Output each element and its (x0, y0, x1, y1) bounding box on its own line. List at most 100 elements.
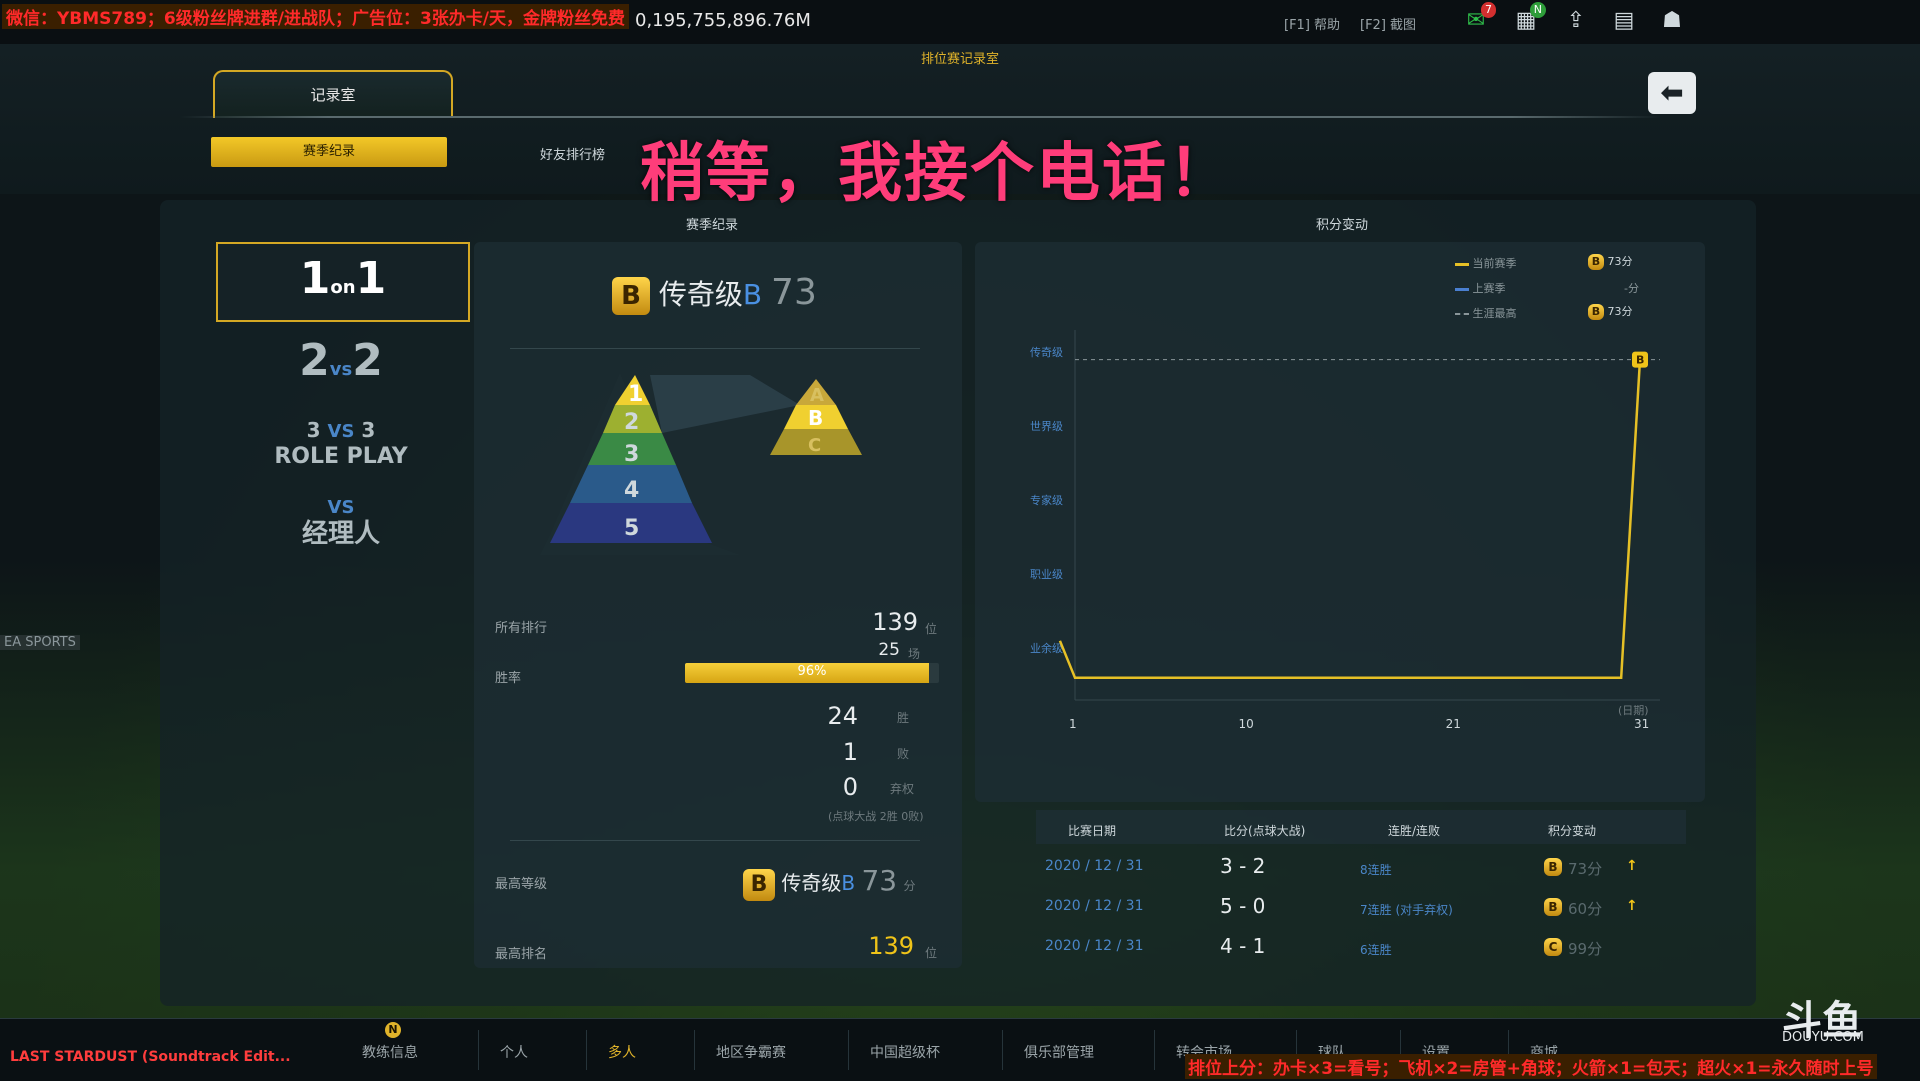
header-date: 比赛日期 (1068, 824, 1117, 838)
y-tick-label: 传奇级 (1030, 346, 1063, 359)
header-streak: 连胜/连败 (1388, 824, 1441, 838)
row-streak: 7连胜 (对手弃权) (1360, 903, 1453, 917)
sub-pyramid-label-b: B (808, 406, 823, 430)
row-streak: 6连胜 (1360, 943, 1392, 957)
nav-new-badge: N (385, 1022, 401, 1038)
best-rank-unit: 位 (925, 946, 938, 960)
best-rank-label: 最高排名 (495, 947, 548, 962)
tab-friend-ranking[interactable]: 好友排行榜 (540, 144, 605, 163)
tab-divider (180, 116, 1660, 118)
all-rank-value: 139 (872, 608, 918, 636)
row-score: 3 - 2 (1220, 854, 1266, 878)
forfeits-value: 0 (842, 773, 858, 801)
back-arrow-icon: ⬅ (1660, 76, 1684, 109)
pyramid-label-5: 5 (624, 516, 639, 541)
legend-badge-icon: B (1588, 254, 1604, 270)
x-tick-label: 10 (1239, 717, 1254, 731)
window-title: 排位赛记录室 (920, 52, 999, 67)
mode-3vs3-roleplay[interactable]: 3 VS 3 ROLE PLAY (216, 410, 466, 486)
nav-separator (848, 1030, 849, 1070)
mode-2vs2[interactable]: 2vs2 (216, 326, 466, 402)
row-score: 5 - 0 (1220, 894, 1266, 918)
nav-item[interactable]: 多人 (608, 1042, 636, 1062)
row-rank-icon: C (1544, 938, 1562, 956)
row-date: 2020 / 12 / 31 (1045, 938, 1144, 954)
points-change-title: 积分变动 (1316, 218, 1369, 233)
currency-display: 0,195,755,896.76M (635, 10, 811, 31)
y-tick-label: 专家级 (1030, 493, 1063, 507)
nav-item[interactable]: 俱乐部管理 (1024, 1042, 1094, 1062)
row-rank-icon: B (1544, 898, 1562, 916)
season-record-title: 赛季纪录 (686, 218, 739, 233)
back-button[interactable]: ⬅ (1648, 72, 1696, 114)
screenshot-shortcut[interactable]: [F2] 截图 (1360, 14, 1416, 33)
wins-value: 24 (827, 702, 858, 730)
up-arrow-icon: ↑ (1626, 898, 1638, 914)
all-rank-unit: 位 (925, 622, 938, 636)
nav-item[interactable]: 个人 (500, 1042, 528, 1062)
pyramid-label-2: 2 (624, 410, 639, 435)
row-points: 73分 (1568, 860, 1603, 878)
series-line (1058, 359, 1642, 680)
grid-menu-icon[interactable]: ▦ N (1510, 2, 1546, 36)
losses-unit: 败 (897, 747, 910, 761)
legend-swatch-current (1455, 262, 1469, 266)
now-playing: LAST STARDUST (Soundtrack Edit... (10, 1049, 291, 1065)
legend-current: 当前赛季 (1455, 255, 1517, 271)
best-level-label: 最高等级 (495, 877, 548, 892)
sub-pyramid-label-a: A (810, 385, 824, 406)
losses-value: 1 (842, 738, 858, 766)
stream-overlay-text: 稍等，我接个电话！ (640, 137, 1234, 211)
pyramid-label-4: 4 (624, 478, 639, 503)
nav-separator (1154, 1030, 1155, 1070)
wins-unit: 胜 (897, 711, 910, 725)
legend-current-value: B 73分 (1588, 253, 1633, 270)
row-score: 4 - 1 (1220, 934, 1266, 958)
nav-item[interactable]: 中国超级杯 (870, 1042, 940, 1062)
winrate-text: 96% (797, 664, 827, 679)
y-tick-label: 业余级 (1030, 641, 1063, 655)
x-tick-label: 21 (1446, 717, 1461, 731)
nav-separator (586, 1030, 587, 1070)
series-end-marker-label: B (1636, 354, 1644, 367)
nav-separator (694, 1030, 695, 1070)
x-axis-label: (日期) (1618, 704, 1649, 717)
ea-sports-watermark: EA SPORTS (0, 635, 80, 650)
tab-record-room[interactable]: 记录室 (213, 70, 453, 118)
mail-icon[interactable]: ✉ 7 (1460, 2, 1496, 36)
nav-separator (1002, 1030, 1003, 1070)
divider (510, 348, 920, 349)
season-record-panel (474, 242, 962, 968)
rank-title: B 传奇级B 73 (612, 272, 817, 315)
x-tick-label: 31 (1634, 717, 1649, 731)
header-score: 比分(点球大战) (1224, 824, 1306, 838)
sub-pyramid-label-c: C (808, 435, 821, 456)
mode-1on1[interactable]: 1on1 (216, 242, 470, 322)
games-unit: 场 (908, 647, 921, 661)
douyu-domain: DOUYU.COM (1782, 1030, 1864, 1045)
nav-item[interactable]: 教练信息 (362, 1042, 418, 1062)
stream-ticker: 微信：YBMS789；6级粉丝牌进群/进战队；广告位：3张办卡/天，金牌粉丝免费 (2, 4, 629, 29)
winrate-label: 胜率 (495, 671, 522, 686)
nav-separator (478, 1030, 479, 1070)
bottom-ticker: 排位上分：办卡×3=看号；飞机×2=房管+角球；火箭×1=包天；超火×1=永久随… (1185, 1054, 1877, 1079)
header-points: 积分变动 (1548, 824, 1597, 838)
row-points: 99分 (1568, 940, 1603, 958)
user-icon[interactable]: ☗ (1656, 6, 1688, 36)
row-date: 2020 / 12 / 31 (1045, 898, 1144, 914)
row-date: 2020 / 12 / 31 (1045, 858, 1144, 874)
best-rank-value: 139 (868, 932, 914, 960)
help-shortcut[interactable]: [F1] 帮助 (1284, 14, 1340, 33)
chat-icon[interactable]: ▤ (1608, 6, 1640, 36)
x-tick-label: 1 (1069, 717, 1077, 731)
top-bar: 微信：YBMS789；6级粉丝牌进群/进战队；广告位：3张办卡/天，金牌粉丝免费… (0, 0, 1920, 45)
new-badge: N (1529, 2, 1546, 18)
mode-manager[interactable]: VS 经理人 (216, 494, 466, 570)
all-rank-label: 所有排行 (495, 621, 548, 636)
tab-season-record[interactable]: 赛季纪录 (211, 137, 447, 167)
share-icon[interactable]: ⇪ (1560, 6, 1592, 36)
games-value: 25 (878, 640, 900, 660)
nav-item[interactable]: 地区争霸赛 (716, 1042, 786, 1062)
points-line-chart: 业余级 职业级 专家级 世界级 传奇级 1 10 21 31(日期) B (1030, 330, 1660, 731)
y-tick-label: 世界级 (1030, 420, 1063, 433)
